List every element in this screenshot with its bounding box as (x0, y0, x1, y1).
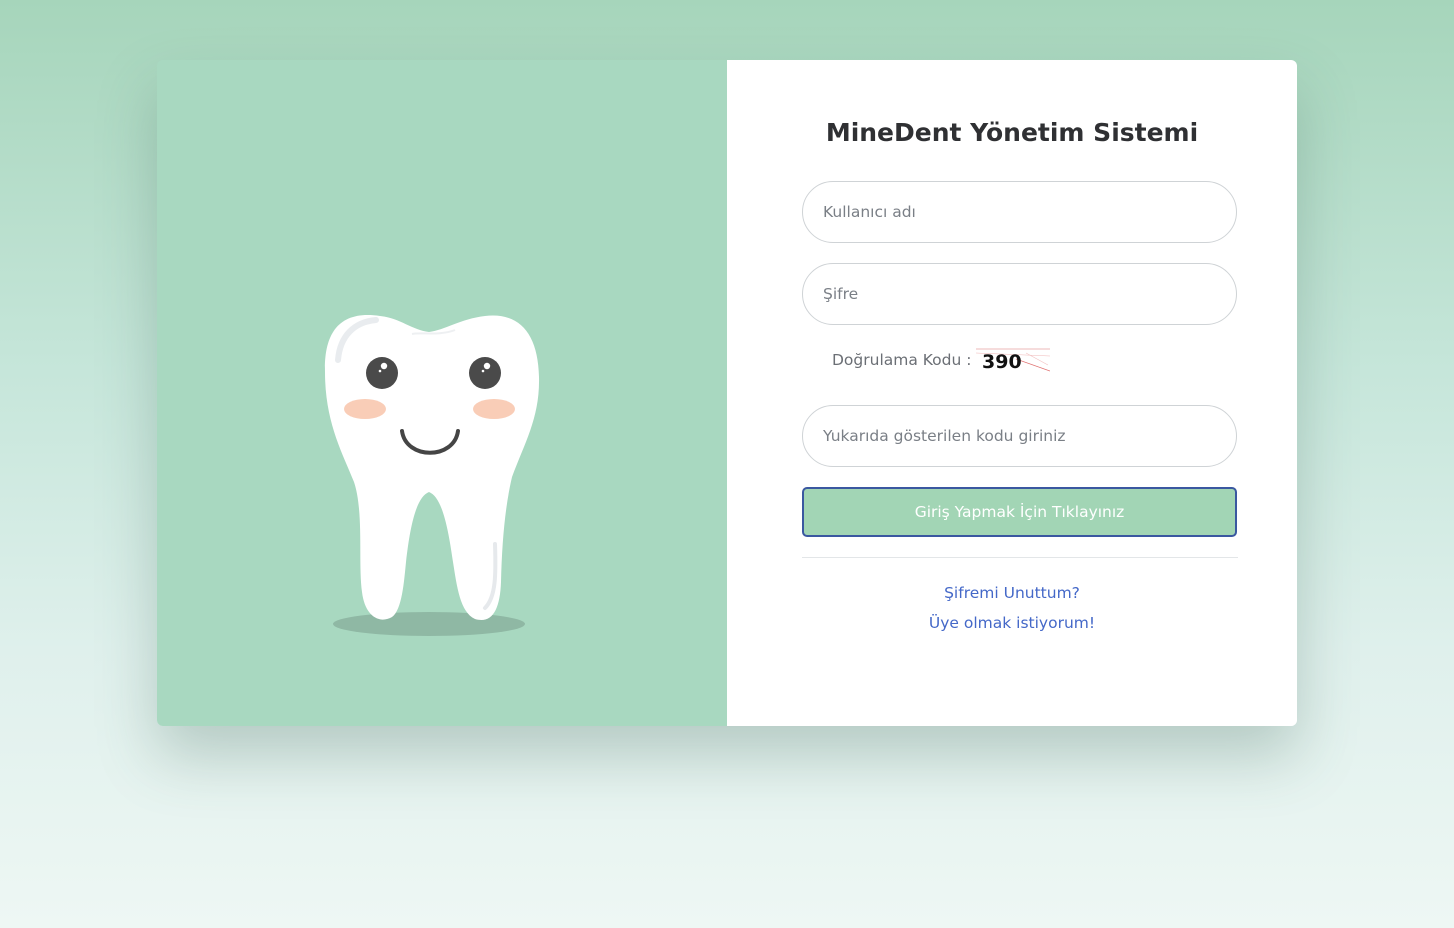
illustration-panel (157, 60, 727, 726)
captcha-code: 390 (982, 351, 1022, 373)
captcha-row: Doğrulama Kodu : 390 (832, 346, 1051, 374)
password-input[interactable] (802, 263, 1237, 325)
tooth-mascot-icon (324, 315, 540, 636)
login-card: MineDent Yönetim Sistemi Doğrulama Kodu … (157, 60, 1297, 726)
page-title: MineDent Yönetim Sistemi (825, 118, 1199, 147)
captcha-image: 390 (976, 348, 1051, 373)
captcha-label: Doğrulama Kodu : (832, 351, 972, 369)
register-link[interactable]: Üye olmak istiyorum! (727, 614, 1297, 632)
username-input[interactable] (802, 181, 1237, 243)
forgot-password-link[interactable]: Şifremi Unuttum? (727, 584, 1297, 602)
login-button[interactable]: Giriş Yapmak İçin Tıklayınız (802, 487, 1237, 537)
captcha-input[interactable] (802, 405, 1237, 467)
login-form-panel: MineDent Yönetim Sistemi Doğrulama Kodu … (727, 60, 1297, 726)
divider (802, 557, 1238, 558)
